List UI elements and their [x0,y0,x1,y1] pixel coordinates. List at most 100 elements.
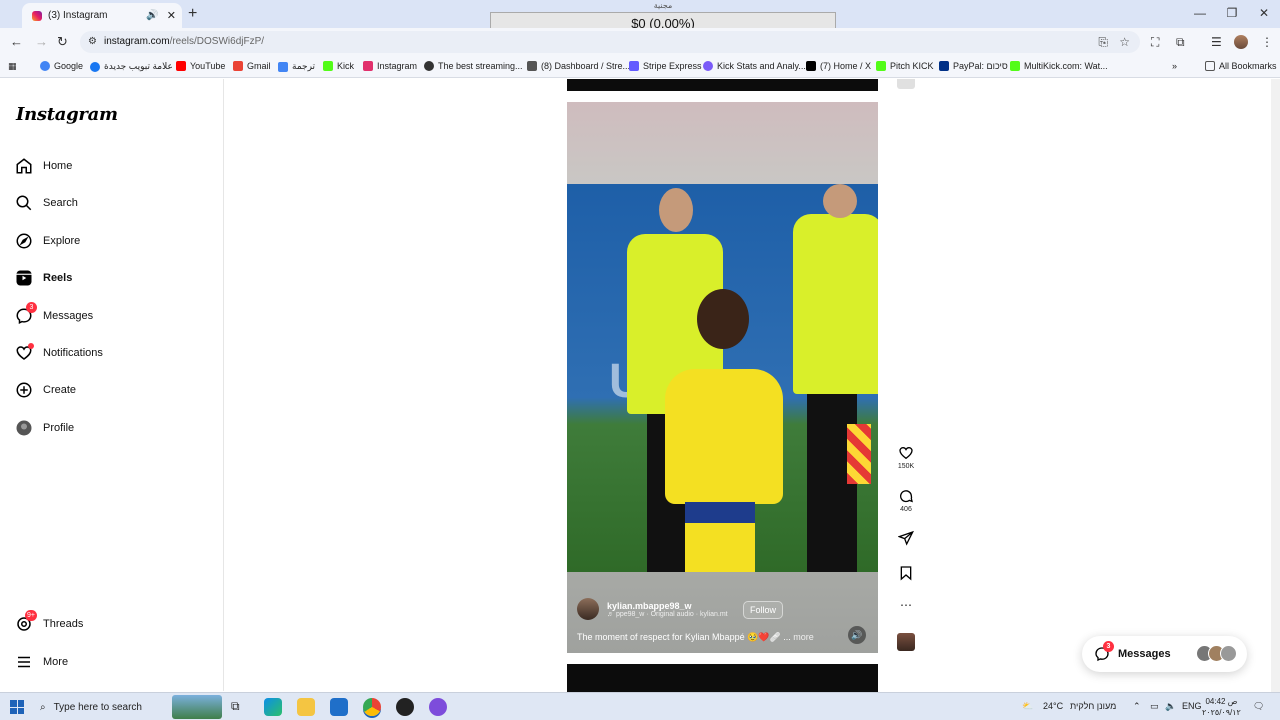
bookmark-item[interactable]: YouTube [176,61,225,71]
notification-dot [28,343,34,349]
author-username[interactable]: kylian.mbappe98_w [607,601,728,611]
previous-reel[interactable] [567,79,878,91]
profile-avatar[interactable] [1234,35,1248,49]
tab-search-icon[interactable]: ☰ [1211,35,1222,49]
bookmark-item[interactable]: Instagram [363,61,417,71]
apps-grid-icon[interactable]: ▦ [8,61,17,72]
forward-arrow-icon[interactable]: → [35,34,48,49]
messenger-icon: 3 [1094,641,1114,662]
more-options-icon[interactable]: ⋯ [895,598,917,612]
gmail-icon [233,61,243,71]
follow-button[interactable]: Follow [743,601,784,619]
bookmark-item[interactable]: Kick [323,61,354,71]
sidebar-item-notifications[interactable]: Notifications [15,341,103,365]
instagram-sidebar: Instagram Home Search Explore Reels 3 Me… [0,79,224,691]
close-tab-icon[interactable]: ✕ [167,9,176,22]
system-clock[interactable]: 04:42 ص ٢٠٢٥/٠٩/١٢ [1202,696,1241,718]
new-tab-button[interactable]: + [188,5,197,23]
browser-tab[interactable]: (3) Instagram 🔊 ✕ [22,3,182,28]
sidebar-item-create[interactable]: Create [15,378,76,402]
edge-icon[interactable] [264,698,282,716]
obs-icon[interactable] [396,698,414,716]
sidebar-item-more[interactable]: More [15,650,68,674]
sidebar-item-messages[interactable]: 3 Messages [15,302,93,328]
sidebar-item-search[interactable]: Search [15,191,78,215]
reel-video[interactable]: Ub kylian.mbappe98_w ♬ ppe98_w · Origina… [567,102,878,653]
bookmark-item[interactable]: علامة تبويب جديدة [90,61,173,72]
all-bookmarks[interactable]: All Bookmarks [1205,61,1277,71]
network-icon[interactable]: ▭ [1150,701,1159,712]
messages-pill[interactable]: 3 Messages [1082,636,1247,672]
browser-menu-icon[interactable]: ⋮ [1261,35,1273,49]
file-explorer-icon[interactable] [297,698,315,716]
bookmark-item[interactable]: PayPal: סיכום [939,61,1008,71]
bookmark-star-icon[interactable]: ☆ [1119,31,1130,53]
sidebar-item-explore[interactable]: Explore [15,229,80,253]
sidebar-item-profile[interactable]: Profile [15,416,74,440]
volume-icon[interactable]: 🔊 [848,626,866,644]
bookmark-item[interactable]: The best streaming... [424,61,523,71]
page-scrollbar[interactable] [1271,79,1280,692]
bookmark-item[interactable]: Google [40,61,83,71]
close-window-button[interactable]: ✕ [1248,0,1280,28]
back-arrow-icon[interactable]: ← [10,34,23,49]
reel-author[interactable]: kylian.mbappe98_w ♬ ppe98_w · Original a… [577,598,728,620]
instagram-logo[interactable]: Instagram [16,104,118,125]
reload-icon[interactable]: ↻ [57,34,68,50]
language-indicator[interactable]: ENG [1182,701,1202,711]
taskbar-search-placeholder: Type here to search [53,701,142,713]
weather-temperature[interactable]: 24°C [1043,701,1063,711]
bookmark-item[interactable]: ترجمة [278,61,315,72]
app-icon[interactable] [429,698,447,716]
plus-square-icon [15,381,33,399]
caption-text: The moment of respect for Kylian Mbappé … [577,632,791,642]
sidebar-item-label: Threads [43,618,84,630]
bookmark-item[interactable]: Gmail [233,61,271,71]
save-action[interactable] [895,565,917,583]
audio-label[interactable]: ♬ ppe98_w · Original audio · kylian.mt [607,611,728,618]
speaker-icon[interactable]: 🔊 [146,10,158,21]
caption-more-link[interactable]: more [793,632,814,642]
site-info-icon[interactable]: ⚙ [88,31,97,53]
bookmark-item[interactable]: (8) Dashboard / Stre... [527,61,630,71]
volume-icon[interactable]: 🔈 [1165,701,1176,712]
extensions-icon[interactable]: ⧉ [1176,35,1185,50]
referee-right [793,214,878,394]
share-action[interactable] [895,530,917,548]
task-view-icon[interactable]: ⧉ [231,699,249,717]
previous-audio-avatar[interactable] [897,79,915,89]
referee-left-head [659,188,693,232]
search-highlight-image[interactable] [172,695,222,719]
mail-icon[interactable] [330,698,348,716]
comment-action[interactable]: 406 [895,488,917,513]
sidebar-item-label: Search [43,197,78,209]
weather-icon[interactable]: ⛅ [1022,701,1033,712]
windows-start-icon[interactable] [10,700,24,714]
install-app-icon[interactable]: ⎘ [1098,31,1108,53]
restore-button[interactable]: ❐ [1216,0,1248,28]
sidebar-item-threads[interactable]: 9+ Threads [15,610,84,636]
linesman-flag [847,424,871,484]
bookmarks-overflow-icon[interactable]: » [1172,61,1177,71]
like-action[interactable]: 150K [895,445,917,470]
audio-avatar[interactable] [897,633,915,651]
notifications-icon[interactable]: 🗨 [1253,701,1264,712]
weather-description[interactable]: מעונן חלקית [1070,701,1116,711]
sidebar-item-reels[interactable]: Reels [15,266,72,290]
bookmark-item[interactable]: Stripe Express [629,61,702,71]
author-avatar[interactable] [577,598,599,620]
mascot-child-legs [685,502,755,572]
sidebar-item-home[interactable]: Home [15,154,72,178]
chrome-icon[interactable] [363,698,381,716]
bookmark-item[interactable]: (7) Home / X [806,61,871,71]
next-reel[interactable] [567,664,878,692]
tray-overflow-icon[interactable]: ⌃ [1133,701,1141,712]
messenger-icon: 3 [15,302,37,325]
screenshot-icon[interactable]: ⛶ [1151,35,1159,50]
bookmark-item[interactable]: Kick Stats and Analy... [703,61,806,71]
minimize-button[interactable]: — [1184,0,1216,28]
address-bar[interactable]: ⚙ instagram.com/reels/DOSWi6djFzP/ ⎘ ☆ [80,31,1140,53]
video-frame[interactable]: Ub [567,184,878,572]
bookmark-item[interactable]: MultiKick.com: Wat... [1010,61,1108,71]
bookmark-item[interactable]: Pitch KICK [876,61,934,71]
